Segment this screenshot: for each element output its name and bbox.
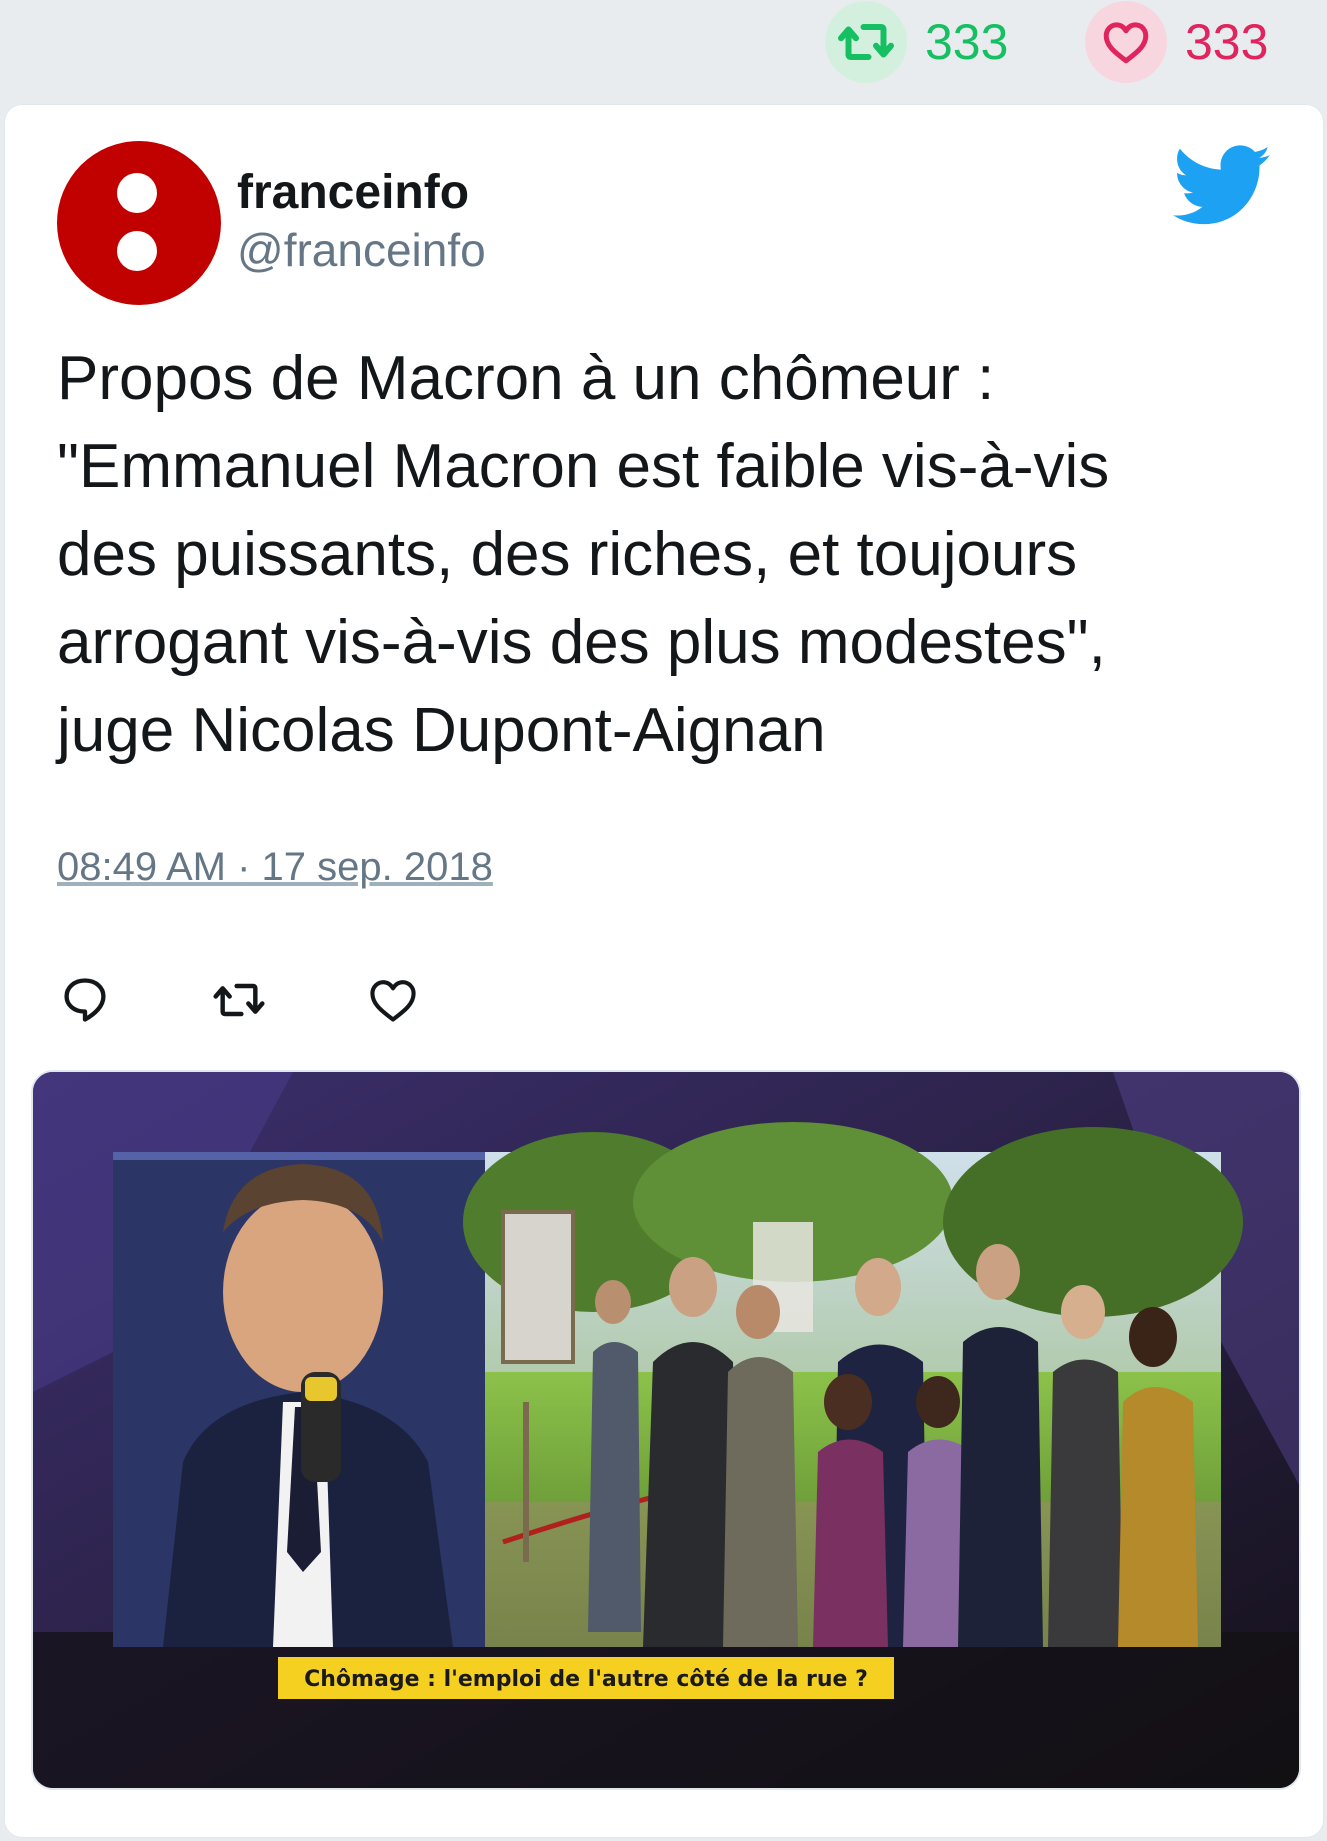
- tweet-card: franceinfo @franceinfo Propos de Macron …: [4, 104, 1324, 1838]
- avatar-logo-dot: [117, 231, 157, 271]
- retweet-icon: [825, 1, 907, 83]
- tweet-text-line: juge Nicolas Dupont-Aignan: [57, 696, 826, 765]
- avatar-logo-dot: [117, 173, 157, 213]
- like-count: 333: [1185, 14, 1269, 70]
- heart-icon: [1085, 1, 1167, 83]
- tweet-text-line: "Emmanuel Macron est faible vis-à-vis: [57, 432, 1110, 501]
- reply-icon[interactable]: [57, 972, 113, 1028]
- author-name[interactable]: franceinfo: [237, 165, 469, 220]
- like-count-stat[interactable]: 333: [1085, 0, 1268, 84]
- avatar[interactable]: [57, 141, 221, 305]
- like-action-icon[interactable]: [365, 972, 421, 1028]
- tweet-text-line: arrogant vis-à-vis des plus modestes",: [57, 608, 1106, 677]
- video-thumbnail: Chômage : l'emploi de l'autre côté de la…: [33, 1072, 1299, 1788]
- tweet-media-image[interactable]: Chômage : l'emploi de l'autre côté de la…: [31, 1070, 1301, 1790]
- tweet-text-line: Propos de Macron à un chômeur :: [57, 344, 995, 413]
- retweet-count: 333: [925, 14, 1009, 70]
- twitter-bird-icon[interactable]: [1173, 145, 1273, 227]
- retweet-count-stat[interactable]: 333: [825, 0, 1008, 84]
- tweet-actions: [57, 960, 519, 1040]
- retweet-action-icon[interactable]: [211, 972, 267, 1028]
- tweet-timestamp-link[interactable]: 08:49 AM · 17 sep. 2018: [57, 845, 493, 890]
- author-handle[interactable]: @franceinfo: [237, 223, 486, 277]
- top-stats-bar: 333 333: [0, 0, 1327, 96]
- tweet-text: Propos de Macron à un chômeur : "Emmanue…: [57, 335, 1257, 775]
- tweet-text-line: des puissants, des riches, et toujours: [57, 520, 1078, 589]
- media-caption: Chômage : l'emploi de l'autre côté de la…: [304, 1667, 868, 1692]
